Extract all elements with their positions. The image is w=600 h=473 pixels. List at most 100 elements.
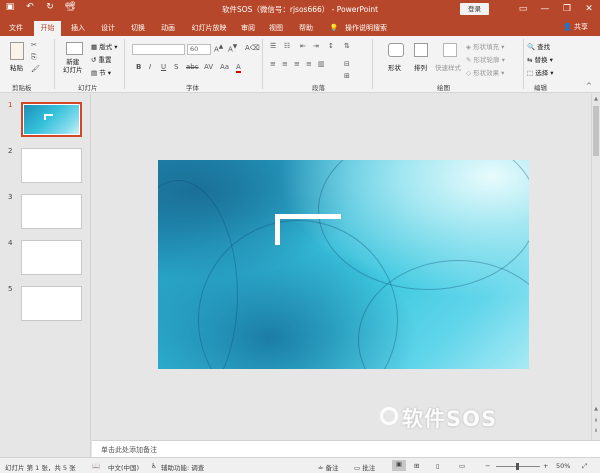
underline-button[interactable]: U bbox=[161, 63, 166, 71]
font-name-combo[interactable] bbox=[132, 44, 185, 55]
shape-outline-label: 形状轮廓 bbox=[473, 56, 500, 64]
increase-indent-icon[interactable]: ⇥ bbox=[313, 42, 319, 50]
section-button[interactable]: ▤ 节 ▾ bbox=[91, 67, 111, 77]
accessibility-status[interactable]: 辅助功能: 调查 bbox=[161, 462, 204, 472]
reading-view-icon[interactable]: ▯ bbox=[436, 462, 440, 470]
slide-thumbnail-1[interactable] bbox=[21, 102, 82, 137]
format-painter-icon[interactable]: 🖌 bbox=[31, 65, 40, 73]
change-case-button[interactable]: Aa bbox=[220, 63, 229, 71]
collapse-ribbon-icon[interactable]: ^ bbox=[586, 82, 592, 90]
select-button[interactable]: ⬚ 选择 ▾ bbox=[527, 67, 554, 77]
reset-button[interactable]: ↺ 重置 bbox=[91, 54, 112, 64]
bracket-shape[interactable] bbox=[275, 214, 341, 245]
tab-transitions[interactable]: 切换 bbox=[128, 21, 148, 36]
scroll-up-icon[interactable]: ▲ bbox=[592, 96, 600, 102]
numbering-icon[interactable]: ☷ bbox=[284, 42, 290, 50]
increase-font-icon[interactable]: A▲ bbox=[214, 44, 223, 53]
divider bbox=[54, 39, 55, 89]
tab-slideshow[interactable]: 幻灯片放映 bbox=[188, 21, 230, 36]
slide-thumbnail-5[interactable] bbox=[21, 286, 82, 321]
align-center-icon[interactable]: ≡ bbox=[282, 60, 288, 68]
language-status[interactable]: 中文(中国) bbox=[108, 462, 139, 472]
notes-button-label: 备注 bbox=[325, 464, 339, 472]
tab-home[interactable]: 开始 bbox=[34, 21, 61, 36]
new-slide-icon[interactable] bbox=[66, 42, 83, 55]
shape-outline-button[interactable]: ✎ 形状轮廓 ▾ bbox=[466, 54, 505, 64]
tab-insert[interactable]: 插入 bbox=[68, 21, 88, 36]
smartart-icon[interactable]: ⊞ bbox=[344, 72, 350, 80]
shadow-button[interactable]: S bbox=[174, 63, 178, 71]
slide-thumbnail-3[interactable] bbox=[21, 194, 82, 229]
slideshow-view-icon[interactable]: ▭ bbox=[459, 462, 465, 470]
tab-help[interactable]: 帮助 bbox=[296, 21, 316, 36]
copy-icon[interactable]: ⎘ bbox=[31, 53, 37, 62]
cut-icon[interactable]: ✂ bbox=[31, 41, 37, 49]
bracket-horizontal-bar bbox=[275, 214, 341, 219]
align-left-icon[interactable]: ≡ bbox=[270, 60, 276, 68]
align-right-icon[interactable]: ≡ bbox=[294, 60, 300, 68]
zoom-level[interactable]: 50% bbox=[556, 462, 570, 470]
login-button[interactable]: 登录 bbox=[460, 3, 489, 15]
tab-file[interactable]: 文件 bbox=[6, 21, 26, 36]
find-button[interactable]: 🔍 查找 bbox=[527, 41, 550, 51]
justify-icon[interactable]: ≡ bbox=[306, 60, 312, 68]
font-color-button[interactable]: A bbox=[236, 63, 241, 73]
line-spacing-icon[interactable]: ↕ bbox=[328, 42, 334, 50]
bold-button[interactable]: B bbox=[136, 63, 141, 71]
bullets-icon[interactable]: ☰ bbox=[270, 42, 276, 50]
minimize-icon[interactable]: — bbox=[534, 0, 556, 19]
shape-fill-button[interactable]: ◈ 形状填充 ▾ bbox=[466, 41, 504, 51]
font-size-combo[interactable]: 60 bbox=[187, 44, 211, 55]
zoom-in-icon[interactable]: + bbox=[543, 462, 548, 470]
tab-design[interactable]: 设计 bbox=[98, 21, 118, 36]
slides-group-label: 幻灯片 bbox=[78, 84, 98, 92]
shapes-icon[interactable] bbox=[388, 43, 404, 57]
next-slide-icon[interactable]: ⇟ bbox=[592, 428, 600, 434]
decrease-font-icon[interactable]: A▼ bbox=[228, 44, 237, 53]
arrange-icon[interactable] bbox=[414, 43, 428, 57]
prev-slide-icon[interactable]: ⇞ bbox=[592, 418, 600, 424]
align-text-icon[interactable]: ⊟ bbox=[344, 60, 350, 68]
scroll-thumb[interactable] bbox=[593, 106, 599, 156]
strikethrough-button[interactable]: abc bbox=[186, 63, 199, 71]
clear-format-icon[interactable]: A⌫ bbox=[245, 44, 260, 52]
tell-me-search[interactable]: 操作说明搜索 bbox=[342, 21, 390, 36]
notes-pane[interactable]: 单击此处添加备注 bbox=[92, 440, 600, 457]
share-button[interactable]: 👤 共享 bbox=[563, 22, 588, 32]
current-slide[interactable] bbox=[158, 160, 529, 369]
slide-number: 4 bbox=[8, 239, 13, 247]
normal-view-icon[interactable]: ▣ bbox=[392, 460, 406, 471]
slide-thumbnail-4[interactable] bbox=[21, 240, 82, 275]
decrease-indent-icon[interactable]: ⇤ bbox=[300, 42, 306, 50]
columns-icon[interactable]: ▥ bbox=[318, 60, 325, 68]
tab-review[interactable]: 审阅 bbox=[238, 21, 258, 36]
ribbon-display-options-icon[interactable]: ▭ bbox=[512, 0, 534, 19]
spellcheck-icon[interactable]: 📖 bbox=[92, 462, 100, 470]
paste-icon[interactable] bbox=[10, 42, 24, 60]
restore-icon[interactable]: ❐ bbox=[556, 0, 578, 19]
text-direction-icon[interactable]: ⇅ bbox=[344, 42, 350, 50]
replace-button[interactable]: ⇆ 替换 ▾ bbox=[527, 54, 553, 64]
find-label: 查找 bbox=[537, 43, 551, 51]
comments-button[interactable]: ▭ 批注 bbox=[354, 462, 375, 472]
vertical-scrollbar[interactable]: ▲ ▲ ⇞ ⇟ bbox=[591, 94, 600, 440]
italic-button[interactable]: I bbox=[149, 63, 151, 71]
divider bbox=[523, 39, 524, 89]
tab-animations[interactable]: 动画 bbox=[158, 21, 178, 36]
zoom-out-icon[interactable]: − bbox=[485, 462, 490, 470]
char-spacing-button[interactable]: AV bbox=[204, 63, 213, 71]
scroll-up-icon[interactable]: ▲ bbox=[592, 406, 600, 412]
divider bbox=[372, 39, 373, 89]
layout-button[interactable]: ▦ 版式 ▾ bbox=[91, 41, 118, 51]
tab-view[interactable]: 视图 bbox=[266, 21, 286, 36]
fit-to-window-icon[interactable]: ⤢ bbox=[582, 462, 587, 471]
slide-thumbnail-2[interactable] bbox=[21, 148, 82, 183]
accessibility-icon[interactable]: ♿ bbox=[151, 462, 157, 470]
font-group-label: 字体 bbox=[186, 84, 199, 92]
quick-styles-icon[interactable] bbox=[443, 43, 457, 57]
shape-effects-button[interactable]: ◇ 形状效果 ▾ bbox=[466, 67, 504, 77]
notes-button[interactable]: ≐ 备注 bbox=[318, 462, 339, 472]
slide-sorter-icon[interactable]: ⊞ bbox=[414, 462, 419, 470]
zoom-slider-knob[interactable] bbox=[516, 463, 519, 470]
close-icon[interactable]: ✕ bbox=[578, 0, 600, 19]
